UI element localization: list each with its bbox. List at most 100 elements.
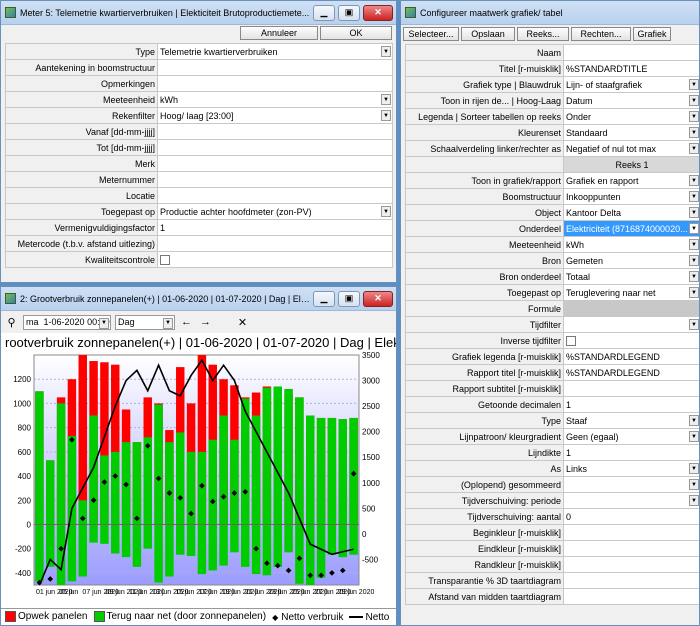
bar-terug-naar-net [176,432,185,525]
dropdown-arrow-icon[interactable]: ▼ [689,463,699,474]
config-value-type[interactable]: Staaf ▼ [563,412,699,429]
dropdown-arrow-icon[interactable]: ▼ [689,191,699,202]
config-value-formule[interactable] [563,300,699,317]
config-value-bron-onderdeel[interactable]: Totaal ▼ [563,268,699,285]
dropdown-arrow-icon[interactable]: ▼ [689,495,699,506]
config-value-grafiek-legenda-r-muisklik[interactable]: %STANDARDLEGEND [563,348,699,365]
toolbar-button-opslaan[interactable]: Opslaan [461,27,515,41]
dropdown-arrow-icon[interactable]: ▼ [381,46,391,57]
meter-value-toegepast-op[interactable]: Productie achter hoofdmeter (zon-PV) ▼ [157,203,393,220]
meter-value-vermenigvuldigingsfactor[interactable]: 1 [157,219,393,236]
dropdown-arrow-icon[interactable]: ▼ [689,431,699,442]
dropdown-arrow-icon[interactable]: ▼ [689,223,699,234]
dropdown-arrow-icon[interactable]: ▼ [689,207,699,218]
config-value-toon-in-grafiek-rapport[interactable]: Grafiek en rapport ▼ [563,172,699,189]
meter-value-vanaf-dd-mm-jjjj[interactable] [157,123,393,140]
toolbar-button-selecteer[interactable]: Selecteer... [403,27,459,41]
config-value-transparantie-3d-taartdiagram[interactable] [563,572,699,589]
date-dropdown-icon[interactable]: ▼ [99,317,109,329]
config-value-afstand-van-midden-taartdiagram[interactable] [563,588,699,605]
y-tick-right: -500 [362,555,379,564]
pin-icon[interactable]: ⚲ [4,315,19,330]
meter-value-opmerkingen[interactable] [157,75,393,92]
config-value-tijdverschuiving-periode[interactable]: ▼ [563,492,699,509]
toolbar-button-grafiek[interactable]: Grafiek [633,27,671,41]
config-value-naam[interactable] [563,44,699,61]
config-value-lijnpatroon-kleurgradient[interactable]: Geen (egaal) ▼ [563,428,699,445]
minimize-button[interactable]: ▁ [313,4,335,21]
close-x-icon[interactable]: ✕ [235,315,250,330]
dropdown-arrow-icon[interactable]: ▼ [689,271,699,282]
meter-row-tot-dd-mm-jjjj: Tot [dd-mm-jjjj] [5,139,393,156]
toolbar-button-rechten[interactable]: Rechten... [571,27,631,41]
dropdown-arrow-icon[interactable]: ▼ [689,79,699,90]
meter-value-tot-dd-mm-jjjj[interactable] [157,139,393,156]
config-value-oplopend-gesommeerd[interactable]: ▼ [563,476,699,493]
maximize-button[interactable]: ▣ [338,4,360,21]
config-value-legenda-sorteer-tabellen-op-reeks[interactable]: Onder ▼ [563,108,699,125]
dropdown-arrow-icon[interactable]: ▼ [381,110,391,121]
dropdown-arrow-icon[interactable]: ▼ [689,415,699,426]
period-dropdown-icon[interactable]: ▼ [163,317,173,329]
arrow-right-icon[interactable]: → [198,315,213,330]
toolbar-button-reeks[interactable]: Reeks... [517,27,569,41]
dropdown-arrow-icon[interactable]: ▼ [689,175,699,186]
meter-value-metercode-t-b-v-afstand-uitlezing[interactable] [157,235,393,252]
config-value-tijdverschuiving-aantal[interactable]: 0 [563,508,699,525]
config-value-inverse-tijdfilter[interactable] [563,332,699,349]
chart-minimize-button[interactable]: ▁ [313,290,335,307]
config-value-rapport-subtitel-r-muisklik[interactable] [563,380,699,397]
config-value-schaalverdeling-linker-rechter-as[interactable]: Negatief of nul tot max ▼ [563,140,699,157]
dropdown-arrow-icon[interactable]: ▼ [689,479,699,490]
config-value-eindkleur-r-muisklik[interactable] [563,540,699,557]
config-value-titel-r-muisklik[interactable]: %STANDARDTITLE [563,60,699,77]
config-value-lijndikte[interactable]: 1 [563,444,699,461]
config-value-onderdeel[interactable]: Elektriciteit (8716874000020... ▼ [563,220,699,237]
chart-close-button[interactable]: ✕ [363,290,393,307]
config-value-boomstructuur[interactable]: Inkooppunten ▼ [563,188,699,205]
dropdown-arrow-icon[interactable]: ▼ [689,255,699,266]
meter-value-aantekening-in-boomstructuur[interactable] [157,59,393,76]
meter-label: Opmerkingen [5,75,158,92]
config-label: Meeteenheid [405,236,564,253]
meter-value-merk[interactable] [157,155,393,172]
dropdown-arrow-icon[interactable]: ▼ [689,111,699,122]
meter-value-meternummer[interactable] [157,171,393,188]
dropdown-arrow-icon[interactable]: ▼ [689,143,699,154]
dropdown-arrow-icon[interactable]: ▼ [689,239,699,250]
config-value-object[interactable]: Kantoor Delta ▼ [563,204,699,221]
cancel-button[interactable]: Annuleer [240,26,318,40]
config-value-rapport-titel-r-muisklik[interactable]: %STANDARDLEGEND [563,364,699,381]
config-value-toegepast-op[interactable]: Teruglevering naar net ▼ [563,284,699,301]
meter-value-kwaliteitscontrole[interactable] [157,251,393,268]
config-value-as[interactable]: Links ▼ [563,460,699,477]
meter-value-rekenfilter[interactable]: Hoog/ laag [23:00] ▼ [157,107,393,124]
period-select[interactable]: Dag ▼ [115,314,175,330]
dropdown-arrow-icon[interactable]: ▼ [689,127,699,138]
meter-value-type[interactable]: Telemetrie kwartierverbruiken ▼ [157,43,393,60]
dropdown-arrow-icon[interactable]: ▼ [689,287,699,298]
config-value-beginkleur-r-muisklik[interactable] [563,524,699,541]
config-value-kleurenset[interactable]: Standaard ▼ [563,124,699,141]
config-value-grafiek-type-blauwdruk[interactable]: Lijn- of staafgrafiek ▼ [563,76,699,93]
config-label: Randkleur [r-muisklik] [405,556,564,573]
config-value-randkleur-r-muisklik[interactable] [563,556,699,573]
dropdown-arrow-icon[interactable]: ▼ [381,206,391,217]
dropdown-arrow-icon[interactable]: ▼ [689,95,699,106]
date-picker[interactable]: ma 1-06-2020 00:00 ▼ [23,314,111,330]
config-value-meeteenheid[interactable]: kWh ▼ [563,236,699,253]
close-button[interactable]: ✕ [363,4,393,21]
arrow-left-icon[interactable]: ← [179,315,194,330]
dropdown-arrow-icon[interactable]: ▼ [381,94,391,105]
config-value-toon-in-rijen-de-hoog-laag[interactable]: Datum ▼ [563,92,699,109]
checkbox[interactable] [566,335,576,346]
ok-button[interactable]: OK [320,26,392,40]
meter-value-meeteenheid[interactable]: kWh ▼ [157,91,393,108]
meter-value-locatie[interactable] [157,187,393,204]
config-value-bron[interactable]: Gemeten ▼ [563,252,699,269]
config-value-getoonde-decimalen[interactable]: 1 [563,396,699,413]
chart-maximize-button[interactable]: ▣ [338,290,360,307]
dropdown-arrow-icon[interactable]: ▼ [689,319,699,330]
config-value-tijdfilter[interactable]: ▼ [563,316,699,333]
checkbox[interactable] [160,254,170,265]
